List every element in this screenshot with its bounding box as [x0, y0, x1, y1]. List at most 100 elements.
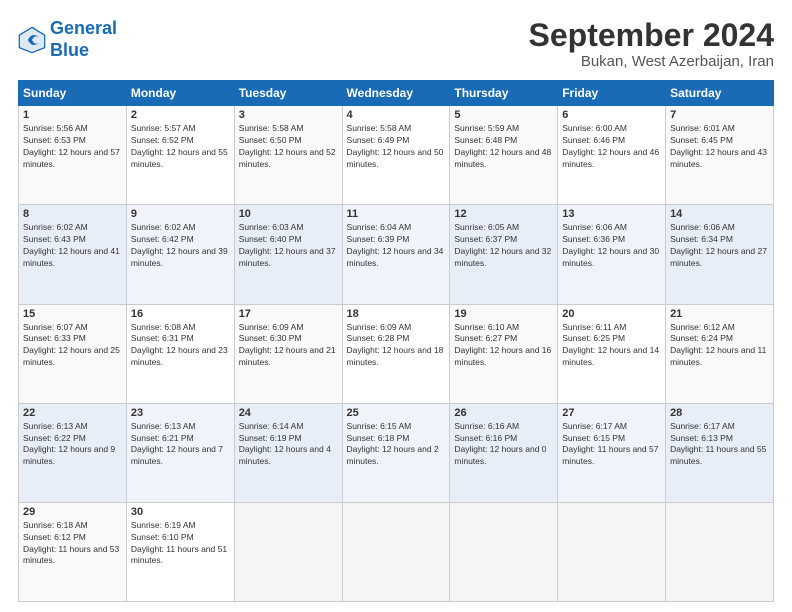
table-row: 18 Sunrise: 6:09 AM Sunset: 6:28 PM Dayl…	[342, 304, 450, 403]
day-info: Sunrise: 6:11 AM Sunset: 6:25 PM Dayligh…	[562, 322, 661, 370]
day-info: Sunrise: 6:01 AM Sunset: 6:45 PM Dayligh…	[670, 123, 769, 171]
logo: General Blue	[18, 18, 117, 61]
table-row: 22 Sunrise: 6:13 AM Sunset: 6:22 PM Dayl…	[19, 403, 127, 502]
table-row: 21 Sunrise: 6:12 AM Sunset: 6:24 PM Dayl…	[666, 304, 774, 403]
day-number: 24	[239, 407, 338, 419]
table-row: 25 Sunrise: 6:15 AM Sunset: 6:18 PM Dayl…	[342, 403, 450, 502]
table-row	[234, 502, 342, 601]
calendar-week-row: 22 Sunrise: 6:13 AM Sunset: 6:22 PM Dayl…	[19, 403, 774, 502]
day-number: 27	[562, 407, 661, 419]
col-monday: Monday	[126, 81, 234, 106]
calendar-header-row: Sunday Monday Tuesday Wednesday Thursday…	[19, 81, 774, 106]
table-row: 16 Sunrise: 6:08 AM Sunset: 6:31 PM Dayl…	[126, 304, 234, 403]
table-row: 11 Sunrise: 6:04 AM Sunset: 6:39 PM Dayl…	[342, 205, 450, 304]
logo-icon	[18, 26, 46, 54]
table-row	[666, 502, 774, 601]
day-info: Sunrise: 6:17 AM Sunset: 6:13 PM Dayligh…	[670, 421, 769, 469]
day-number: 5	[454, 109, 553, 121]
day-info: Sunrise: 6:04 AM Sunset: 6:39 PM Dayligh…	[347, 222, 446, 270]
table-row	[558, 502, 666, 601]
col-wednesday: Wednesday	[342, 81, 450, 106]
day-number: 10	[239, 208, 338, 220]
table-row: 3 Sunrise: 5:58 AM Sunset: 6:50 PM Dayli…	[234, 106, 342, 205]
day-info: Sunrise: 5:58 AM Sunset: 6:50 PM Dayligh…	[239, 123, 338, 171]
day-info: Sunrise: 6:19 AM Sunset: 6:10 PM Dayligh…	[131, 520, 230, 568]
table-row: 29 Sunrise: 6:18 AM Sunset: 6:12 PM Dayl…	[19, 502, 127, 601]
day-info: Sunrise: 6:14 AM Sunset: 6:19 PM Dayligh…	[239, 421, 338, 469]
day-number: 14	[670, 208, 769, 220]
day-number: 18	[347, 308, 446, 320]
day-info: Sunrise: 6:06 AM Sunset: 6:34 PM Dayligh…	[670, 222, 769, 270]
day-info: Sunrise: 6:07 AM Sunset: 6:33 PM Dayligh…	[23, 322, 122, 370]
day-info: Sunrise: 6:05 AM Sunset: 6:37 PM Dayligh…	[454, 222, 553, 270]
day-number: 23	[131, 407, 230, 419]
table-row: 7 Sunrise: 6:01 AM Sunset: 6:45 PM Dayli…	[666, 106, 774, 205]
table-row: 10 Sunrise: 6:03 AM Sunset: 6:40 PM Dayl…	[234, 205, 342, 304]
table-row: 30 Sunrise: 6:19 AM Sunset: 6:10 PM Dayl…	[126, 502, 234, 601]
day-info: Sunrise: 5:58 AM Sunset: 6:49 PM Dayligh…	[347, 123, 446, 171]
day-info: Sunrise: 6:00 AM Sunset: 6:46 PM Dayligh…	[562, 123, 661, 171]
table-row: 24 Sunrise: 6:14 AM Sunset: 6:19 PM Dayl…	[234, 403, 342, 502]
table-row: 12 Sunrise: 6:05 AM Sunset: 6:37 PM Dayl…	[450, 205, 558, 304]
logo-text: General Blue	[50, 18, 117, 61]
page: General Blue September 2024 Bukan, West …	[0, 0, 792, 612]
day-info: Sunrise: 6:12 AM Sunset: 6:24 PM Dayligh…	[670, 322, 769, 370]
table-row: 28 Sunrise: 6:17 AM Sunset: 6:13 PM Dayl…	[666, 403, 774, 502]
table-row: 17 Sunrise: 6:09 AM Sunset: 6:30 PM Dayl…	[234, 304, 342, 403]
main-title: September 2024	[529, 18, 774, 53]
day-number: 30	[131, 506, 230, 518]
day-number: 28	[670, 407, 769, 419]
day-info: Sunrise: 6:03 AM Sunset: 6:40 PM Dayligh…	[239, 222, 338, 270]
day-info: Sunrise: 6:16 AM Sunset: 6:16 PM Dayligh…	[454, 421, 553, 469]
day-number: 6	[562, 109, 661, 121]
day-info: Sunrise: 5:59 AM Sunset: 6:48 PM Dayligh…	[454, 123, 553, 171]
col-sunday: Sunday	[19, 81, 127, 106]
calendar-week-row: 15 Sunrise: 6:07 AM Sunset: 6:33 PM Dayl…	[19, 304, 774, 403]
calendar-week-row: 1 Sunrise: 5:56 AM Sunset: 6:53 PM Dayli…	[19, 106, 774, 205]
col-friday: Friday	[558, 81, 666, 106]
day-info: Sunrise: 6:09 AM Sunset: 6:30 PM Dayligh…	[239, 322, 338, 370]
day-number: 29	[23, 506, 122, 518]
day-number: 17	[239, 308, 338, 320]
calendar-week-row: 29 Sunrise: 6:18 AM Sunset: 6:12 PM Dayl…	[19, 502, 774, 601]
table-row	[450, 502, 558, 601]
table-row: 13 Sunrise: 6:06 AM Sunset: 6:36 PM Dayl…	[558, 205, 666, 304]
day-info: Sunrise: 6:08 AM Sunset: 6:31 PM Dayligh…	[131, 322, 230, 370]
col-thursday: Thursday	[450, 81, 558, 106]
table-row: 14 Sunrise: 6:06 AM Sunset: 6:34 PM Dayl…	[666, 205, 774, 304]
table-row: 4 Sunrise: 5:58 AM Sunset: 6:49 PM Dayli…	[342, 106, 450, 205]
day-info: Sunrise: 6:18 AM Sunset: 6:12 PM Dayligh…	[23, 520, 122, 568]
table-row: 1 Sunrise: 5:56 AM Sunset: 6:53 PM Dayli…	[19, 106, 127, 205]
day-info: Sunrise: 5:56 AM Sunset: 6:53 PM Dayligh…	[23, 123, 122, 171]
table-row: 2 Sunrise: 5:57 AM Sunset: 6:52 PM Dayli…	[126, 106, 234, 205]
day-info: Sunrise: 6:15 AM Sunset: 6:18 PM Dayligh…	[347, 421, 446, 469]
day-number: 3	[239, 109, 338, 121]
day-number: 22	[23, 407, 122, 419]
title-block: September 2024 Bukan, West Azerbaijan, I…	[529, 18, 774, 70]
table-row: 26 Sunrise: 6:16 AM Sunset: 6:16 PM Dayl…	[450, 403, 558, 502]
day-info: Sunrise: 6:06 AM Sunset: 6:36 PM Dayligh…	[562, 222, 661, 270]
day-info: Sunrise: 6:13 AM Sunset: 6:21 PM Dayligh…	[131, 421, 230, 469]
col-tuesday: Tuesday	[234, 81, 342, 106]
calendar-week-row: 8 Sunrise: 6:02 AM Sunset: 6:43 PM Dayli…	[19, 205, 774, 304]
day-number: 12	[454, 208, 553, 220]
table-row: 15 Sunrise: 6:07 AM Sunset: 6:33 PM Dayl…	[19, 304, 127, 403]
day-number: 16	[131, 308, 230, 320]
day-info: Sunrise: 6:13 AM Sunset: 6:22 PM Dayligh…	[23, 421, 122, 469]
day-info: Sunrise: 6:02 AM Sunset: 6:43 PM Dayligh…	[23, 222, 122, 270]
day-number: 8	[23, 208, 122, 220]
logo-line2: Blue	[50, 40, 89, 60]
day-number: 26	[454, 407, 553, 419]
day-number: 9	[131, 208, 230, 220]
day-number: 21	[670, 308, 769, 320]
table-row: 19 Sunrise: 6:10 AM Sunset: 6:27 PM Dayl…	[450, 304, 558, 403]
day-info: Sunrise: 5:57 AM Sunset: 6:52 PM Dayligh…	[131, 123, 230, 171]
table-row: 23 Sunrise: 6:13 AM Sunset: 6:21 PM Dayl…	[126, 403, 234, 502]
day-number: 1	[23, 109, 122, 121]
header: General Blue September 2024 Bukan, West …	[18, 18, 774, 70]
day-number: 25	[347, 407, 446, 419]
table-row: 8 Sunrise: 6:02 AM Sunset: 6:43 PM Dayli…	[19, 205, 127, 304]
table-row: 27 Sunrise: 6:17 AM Sunset: 6:15 PM Dayl…	[558, 403, 666, 502]
day-number: 2	[131, 109, 230, 121]
subtitle: Bukan, West Azerbaijan, Iran	[529, 53, 774, 70]
